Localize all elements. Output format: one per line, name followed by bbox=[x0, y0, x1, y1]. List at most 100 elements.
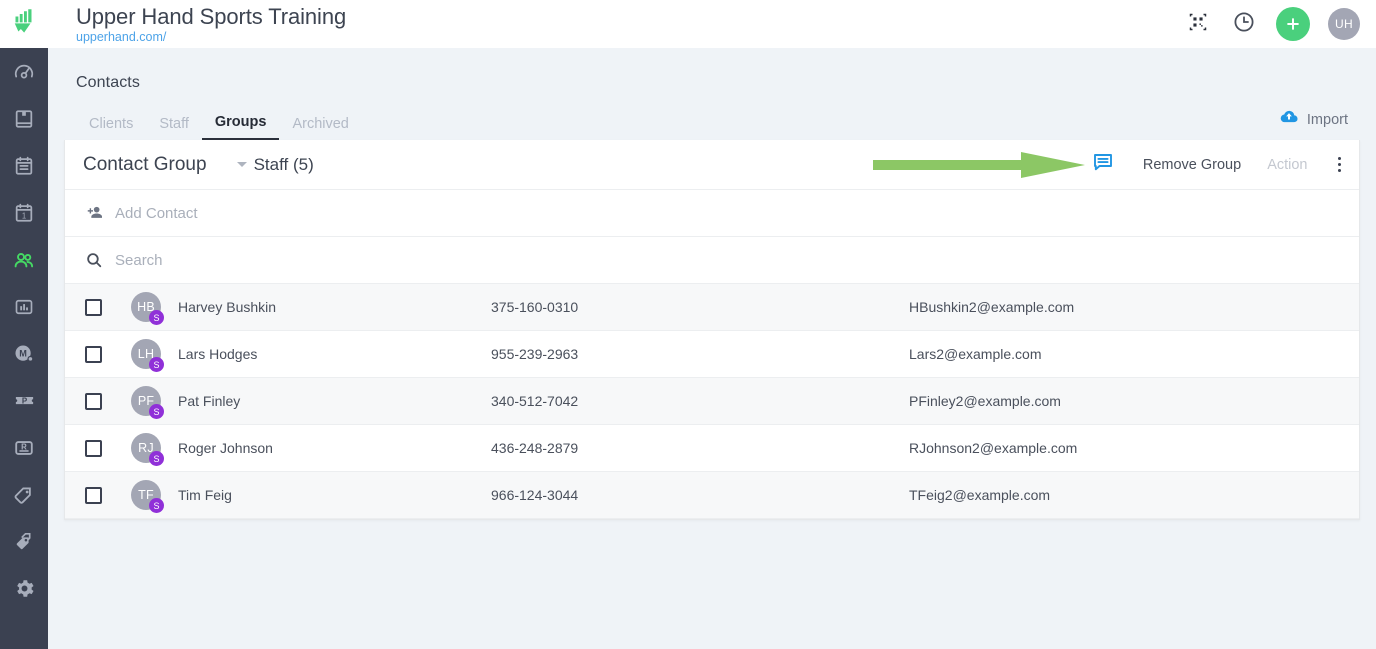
sidebar-item-schedule[interactable] bbox=[0, 142, 48, 189]
book-icon bbox=[13, 108, 35, 130]
remove-group-button[interactable]: Remove Group bbox=[1143, 157, 1241, 173]
row-checkbox[interactable] bbox=[85, 345, 102, 363]
p-ticket-icon: P bbox=[13, 389, 36, 412]
upperhand-logo-icon bbox=[9, 7, 39, 42]
tab-bar: Clients Staff Groups Archived Import bbox=[48, 102, 1376, 140]
double-tag-icon bbox=[13, 531, 35, 553]
contact-name: Harvey Bushkin bbox=[178, 299, 277, 315]
avatar: HB S bbox=[131, 292, 164, 325]
top-bar-actions: UH bbox=[1184, 7, 1376, 41]
top-bar: Upper Hand Sports Training upperhand.com… bbox=[0, 0, 1376, 48]
user-avatar[interactable]: UH bbox=[1328, 8, 1360, 40]
table-row[interactable]: RJ S Roger Johnson 436-248-2879 RJohnson… bbox=[65, 425, 1359, 472]
sidebar-item-settings[interactable] bbox=[0, 565, 48, 612]
sidebar-item-reports[interactable] bbox=[0, 283, 48, 330]
page-heading: Contacts bbox=[76, 74, 140, 91]
avatar: LH S bbox=[131, 339, 164, 372]
sidebar-item-products[interactable] bbox=[0, 471, 48, 518]
contact-email: RJohnson2@example.com bbox=[909, 440, 1078, 456]
row-checkbox[interactable] bbox=[85, 298, 102, 316]
clock-icon bbox=[1232, 10, 1256, 39]
contact-email: Lars2@example.com bbox=[909, 346, 1042, 362]
svg-text:1: 1 bbox=[22, 211, 26, 220]
staff-badge: S bbox=[149, 404, 164, 419]
gear-icon bbox=[13, 577, 36, 600]
sidebar-item-book[interactable] bbox=[0, 95, 48, 142]
search-input[interactable]: Search bbox=[65, 237, 1359, 284]
group-select-value: Staff (5) bbox=[253, 154, 314, 174]
tab-groups[interactable]: Groups bbox=[201, 114, 280, 140]
message-group-button[interactable] bbox=[1089, 151, 1117, 179]
sidebar-item-calendar[interactable]: 1 bbox=[0, 189, 48, 236]
contact-email: TFeig2@example.com bbox=[909, 487, 1051, 503]
card-header: Contact Group Staff (5) Remove Group Act… bbox=[65, 140, 1359, 190]
avatar: PF S bbox=[131, 386, 164, 419]
table-row[interactable]: HB S Harvey Bushkin 375-160-0310 HBushki… bbox=[65, 284, 1359, 331]
sidebar-item-discounts[interactable] bbox=[0, 518, 48, 565]
message-bubble-icon bbox=[1091, 150, 1115, 179]
table-row[interactable]: TF S Tim Feig 966-124-3044 TFeig2@exampl… bbox=[65, 472, 1359, 519]
contact-email: PFinley2@example.com bbox=[909, 393, 1061, 409]
cloud-upload-icon bbox=[1279, 107, 1299, 132]
row-checkbox[interactable] bbox=[85, 392, 102, 410]
avatar: TF S bbox=[131, 480, 164, 513]
tag-icon bbox=[13, 484, 35, 506]
people-icon bbox=[12, 248, 36, 272]
clipboard-icon bbox=[13, 155, 35, 177]
contact-group-title: Contact Group bbox=[83, 153, 207, 175]
table-row[interactable]: LH S Lars Hodges 955-239-2963 Lars2@exam… bbox=[65, 331, 1359, 378]
bar-chart-icon bbox=[14, 297, 34, 317]
brand-url-link[interactable]: upperhand.com/ bbox=[76, 30, 346, 45]
tab-archived[interactable]: Archived bbox=[279, 116, 361, 141]
contact-phone: 436-248-2879 bbox=[491, 440, 579, 456]
add-button[interactable] bbox=[1276, 7, 1310, 41]
main-content: Contacts Clients Staff Groups Archived I… bbox=[48, 48, 1376, 649]
row-checkbox[interactable] bbox=[85, 486, 102, 504]
qr-code-button[interactable] bbox=[1184, 10, 1212, 38]
svg-text:R: R bbox=[21, 442, 27, 451]
action-label: Action bbox=[1267, 156, 1308, 173]
contact-email: HBushkin2@example.com bbox=[909, 299, 1075, 315]
m-circle-icon: M bbox=[13, 343, 35, 365]
plus-icon bbox=[1284, 15, 1302, 33]
search-icon bbox=[85, 251, 107, 269]
row-checkbox[interactable] bbox=[85, 439, 102, 457]
kebab-dot bbox=[1337, 162, 1341, 167]
r-box-icon: R bbox=[13, 437, 35, 459]
avatar: RJ S bbox=[131, 433, 164, 466]
sidebar-item-marketing[interactable]: M bbox=[0, 330, 48, 377]
card-header-actions: Remove Group Action bbox=[1089, 151, 1345, 179]
chevron-down-icon bbox=[236, 162, 247, 167]
app-logo[interactable] bbox=[0, 0, 48, 48]
contact-phone: 966-124-3044 bbox=[491, 487, 579, 503]
tab-staff[interactable]: Staff bbox=[146, 116, 202, 141]
sidebar-item-contacts[interactable] bbox=[0, 236, 48, 283]
contact-phone: 340-512-7042 bbox=[491, 393, 579, 409]
staff-badge: S bbox=[149, 498, 164, 513]
annotation-arrow bbox=[873, 150, 1085, 180]
sidebar: 1 M P R bbox=[0, 0, 48, 649]
kebab-dot bbox=[1337, 168, 1341, 173]
group-select-dropdown[interactable]: Staff (5) bbox=[236, 154, 314, 175]
staff-badge: S bbox=[149, 357, 164, 372]
contact-name: Roger Johnson bbox=[178, 440, 273, 456]
contact-name: Tim Feig bbox=[178, 487, 232, 503]
svg-text:P: P bbox=[21, 396, 27, 405]
kebab-dot bbox=[1337, 156, 1341, 161]
calendar-one-icon: 1 bbox=[13, 202, 35, 224]
sidebar-item-dashboard[interactable] bbox=[0, 48, 48, 95]
import-button[interactable]: Import bbox=[1279, 107, 1348, 132]
sidebar-item-retail[interactable]: R bbox=[0, 424, 48, 471]
page-title-brand: Upper Hand Sports Training bbox=[76, 3, 347, 29]
table-row[interactable]: PF S Pat Finley 340-512-7042 PFinley2@ex… bbox=[65, 378, 1359, 425]
tab-clients[interactable]: Clients bbox=[76, 116, 146, 141]
contact-name: Lars Hodges bbox=[178, 346, 258, 362]
history-button[interactable] bbox=[1230, 10, 1258, 38]
staff-badge: S bbox=[149, 310, 164, 325]
sidebar-item-passes[interactable]: P bbox=[0, 377, 48, 424]
search-placeholder: Search bbox=[115, 251, 163, 269]
contact-group-card: Contact Group Staff (5) Remove Group Act… bbox=[64, 140, 1360, 520]
more-vertical-icon[interactable] bbox=[1334, 155, 1346, 175]
contact-phone: 375-160-0310 bbox=[491, 299, 579, 315]
add-contact-input[interactable]: Add Contact bbox=[65, 190, 1359, 237]
